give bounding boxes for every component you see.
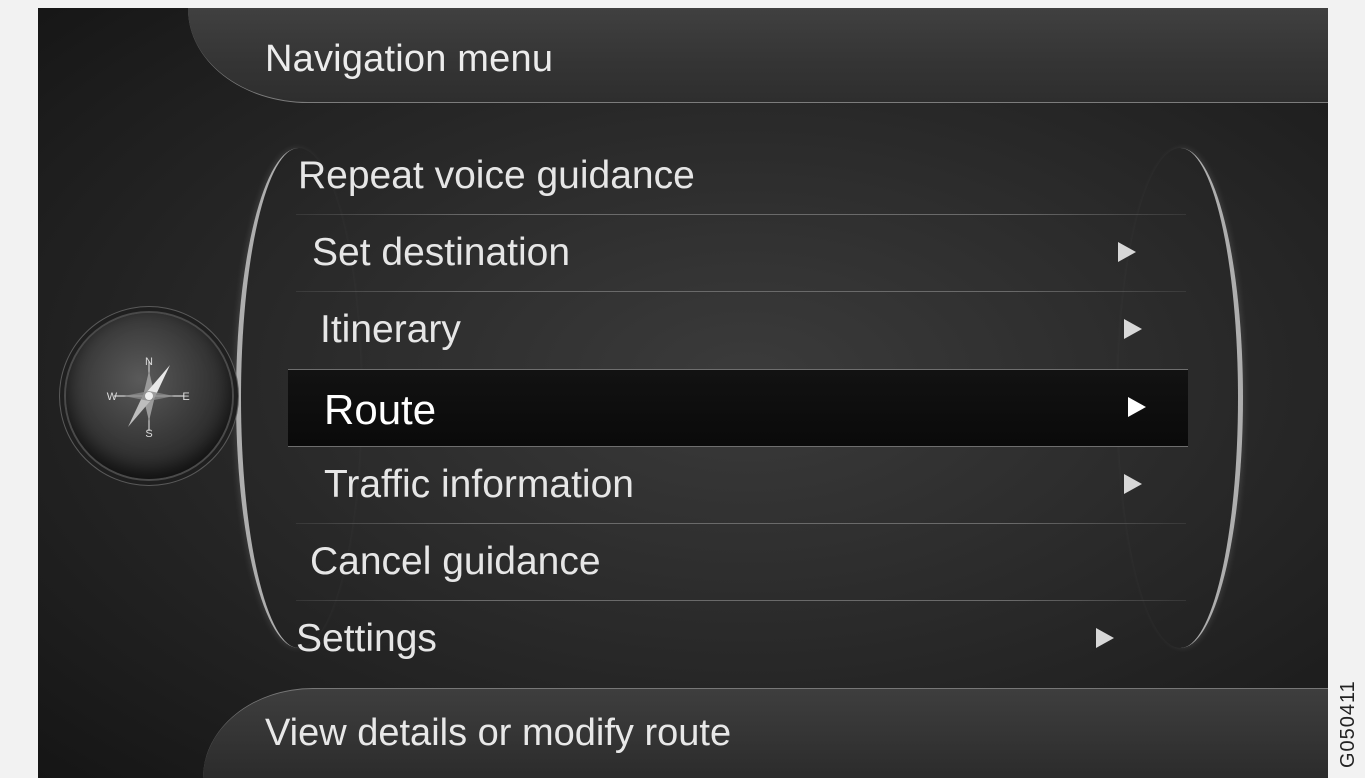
chevron-right-icon <box>1124 474 1142 494</box>
page-title: Navigation menu <box>265 38 554 80</box>
menu-item-label: Set destination <box>312 231 571 274</box>
menu-item-label: Cancel guidance <box>310 540 601 583</box>
compass-s-label: S <box>145 428 152 440</box>
compass-e-label: E <box>182 391 189 403</box>
chevron-right-icon <box>1124 319 1142 339</box>
chevron-right-icon <box>1118 242 1136 262</box>
menu-item-label: Route <box>324 386 437 433</box>
menu-item-settings[interactable]: Settings <box>288 601 1188 677</box>
menu-item-label: Settings <box>296 617 437 660</box>
navigation-screen: Navigation menu N S W E Repeat voice gui… <box>38 8 1328 778</box>
compass-w-label: W <box>107 391 118 403</box>
menu-item-label: Itinerary <box>320 308 461 351</box>
menu-item-route[interactable]: Route <box>288 369 1188 447</box>
menu-item-cancel-guidance[interactable]: Cancel guidance <box>288 524 1188 600</box>
compass-n-label: N <box>145 356 153 368</box>
menu-item-label: Traffic information <box>324 463 634 506</box>
menu-item-set-destination[interactable]: Set destination <box>288 215 1188 291</box>
image-code-watermark: G050411 <box>1337 680 1359 768</box>
chevron-right-icon <box>1096 628 1114 648</box>
menu-item-repeat-voice-guidance[interactable]: Repeat voice guidance <box>288 138 1188 214</box>
compass-icon: N S W E <box>66 313 232 479</box>
chevron-right-icon <box>1128 397 1146 417</box>
menu-item-label: Repeat voice guidance <box>298 154 695 197</box>
menu-item-itinerary[interactable]: Itinerary <box>288 292 1188 368</box>
footer-hint-text: View details or modify route <box>265 712 732 754</box>
menu-item-traffic-information[interactable]: Traffic information <box>288 447 1188 523</box>
